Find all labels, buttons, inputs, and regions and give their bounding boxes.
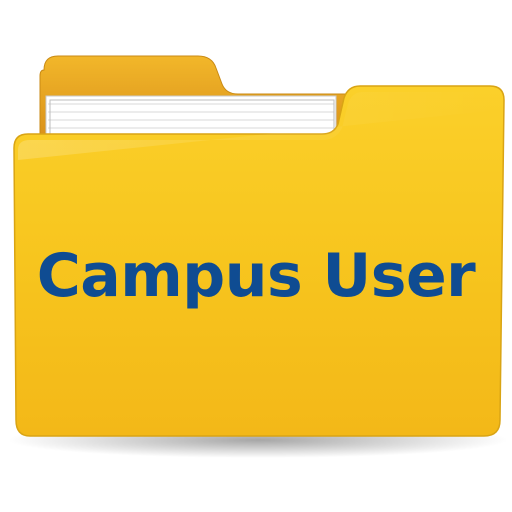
folder-label: Campus User [36, 241, 476, 311]
folder-tile[interactable]: Campus User [0, 0, 512, 512]
